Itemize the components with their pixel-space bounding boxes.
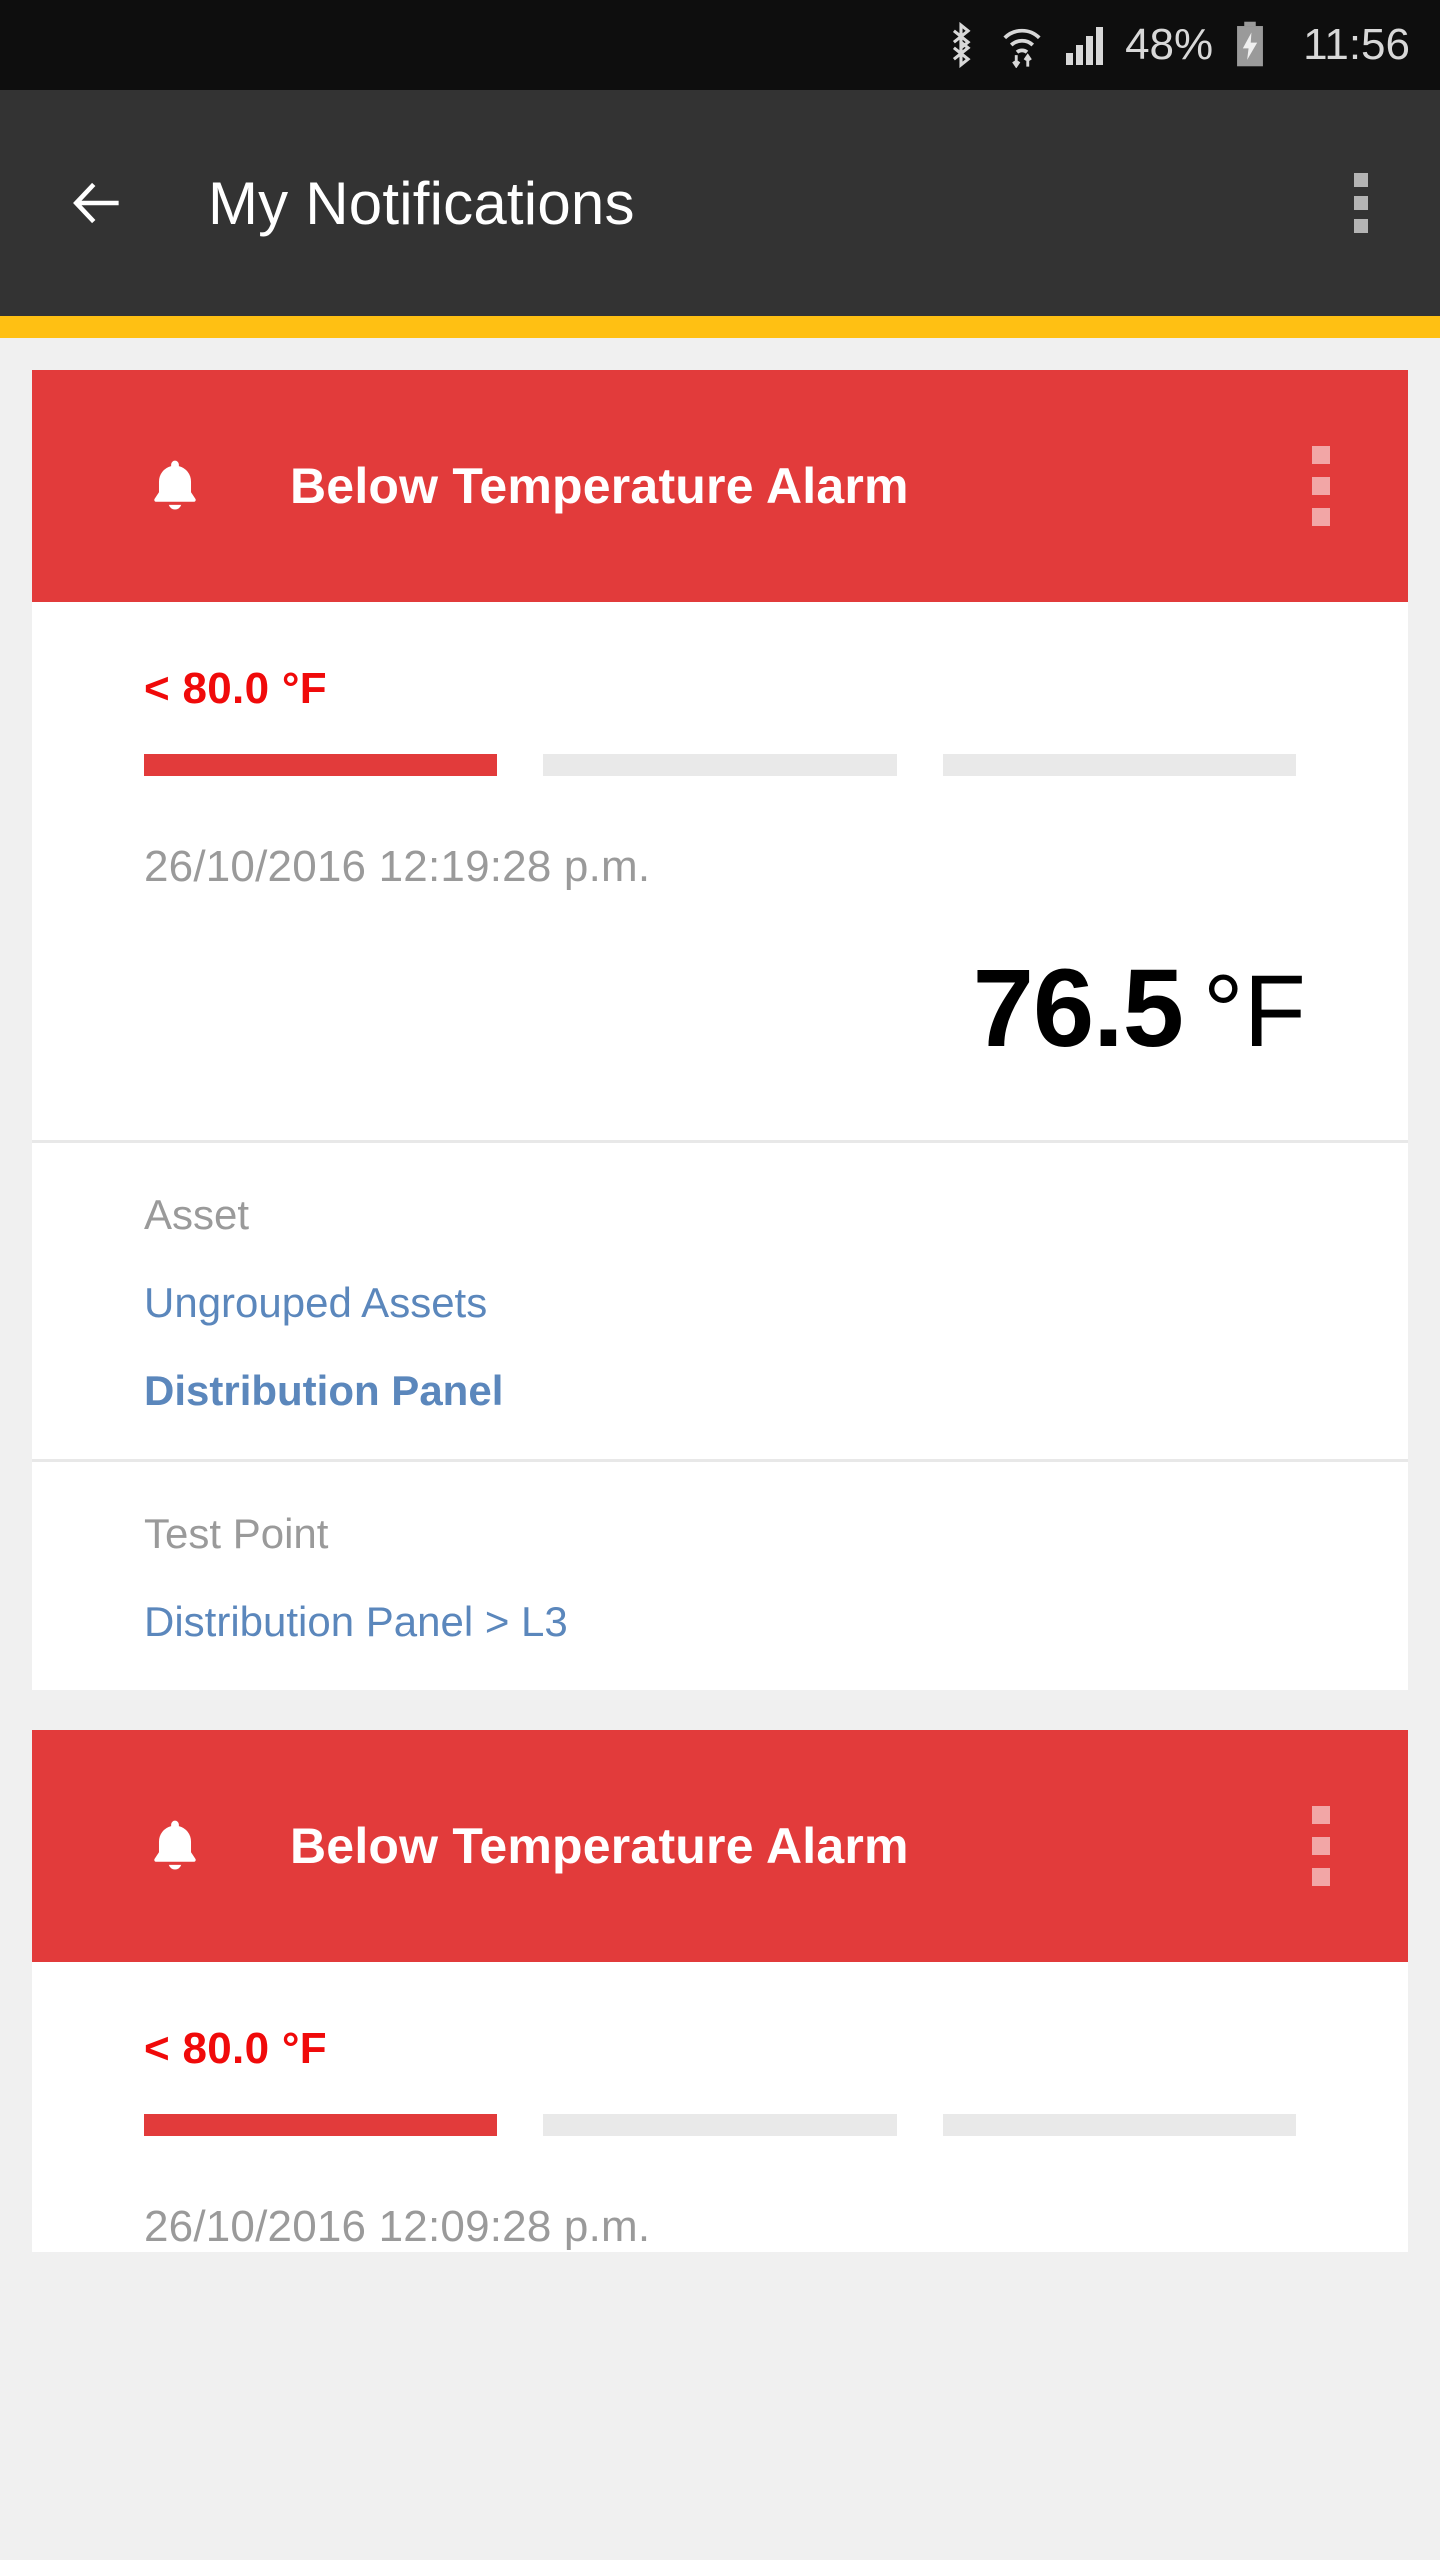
app-bar: My Notifications (0, 90, 1440, 316)
battery-percent-label: 48% (1125, 20, 1214, 69)
asset-group-link[interactable]: Ungrouped Assets (144, 1279, 1408, 1327)
overflow-dot (1354, 173, 1368, 187)
status-bar-clock: 11:56 (1303, 20, 1410, 69)
notification-card[interactable]: Below Temperature Alarm < 80.0 °F 26/10/… (32, 370, 1408, 1690)
notification-card-header[interactable]: Below Temperature Alarm (32, 1730, 1408, 1962)
notification-timestamp: 26/10/2016 12:09:28 p.m. (144, 2202, 651, 2251)
wifi-icon (1000, 22, 1044, 68)
severity-segment (942, 2114, 1296, 2136)
severity-segment (543, 754, 897, 776)
test-point-link[interactable]: Distribution Panel > L3 (144, 1598, 1408, 1646)
notification-card-body: < 80.0 °F 26/10/2016 12:09:28 p.m. (32, 1962, 1408, 2252)
severity-segment (144, 2114, 498, 2136)
severity-segment (543, 2114, 897, 2136)
asset-section: Asset Ungrouped Assets Distribution Pane… (32, 1143, 1408, 1459)
overflow-menu-icon[interactable] (1304, 1798, 1338, 1894)
asset-name-link[interactable]: Distribution Panel (144, 1367, 1408, 1415)
notification-title: Below Temperature Alarm (290, 458, 909, 514)
bluetooth-icon (944, 22, 978, 68)
reading-value: 76.5 (972, 947, 1184, 1070)
overflow-dot (1312, 1868, 1330, 1886)
bell-icon (144, 1815, 206, 1877)
status-bar-icons: 48% 11:56 (944, 20, 1410, 69)
test-point-label: Test Point (144, 1510, 329, 1557)
notification-card-body: < 80.0 °F 26/10/2016 12:19:28 p.m. 76.5 °… (32, 602, 1408, 1690)
asset-label: Asset (144, 1191, 250, 1238)
overflow-dot (1312, 1806, 1330, 1824)
notification-card-header[interactable]: Below Temperature Alarm (32, 370, 1408, 602)
battery-charging-icon (1235, 21, 1265, 67)
signal-icon (1066, 25, 1104, 65)
notification-timestamp: 26/10/2016 12:19:28 p.m. (144, 842, 651, 891)
overflow-dot (1312, 508, 1330, 526)
status-bar: 48% 11:56 (0, 0, 1440, 90)
page-title: My Notifications (208, 169, 635, 237)
back-arrow-icon[interactable] (68, 174, 126, 232)
overflow-menu-icon[interactable] (1344, 163, 1378, 243)
accent-bar (0, 316, 1440, 338)
notifications-list[interactable]: Below Temperature Alarm < 80.0 °F 26/10/… (0, 338, 1440, 2560)
severity-segments (32, 714, 1408, 776)
overflow-dot (1354, 196, 1368, 210)
severity-segment (144, 754, 498, 776)
threshold-label: < 80.0 °F (144, 664, 327, 713)
overflow-dot (1312, 477, 1330, 495)
bell-icon (144, 455, 206, 517)
overflow-dot (1354, 219, 1368, 233)
notification-title: Below Temperature Alarm (290, 1818, 909, 1874)
overflow-dot (1312, 446, 1330, 464)
test-point-section: Test Point Distribution Panel > L3 (32, 1462, 1408, 1690)
severity-segment (942, 754, 1296, 776)
notification-card[interactable]: Below Temperature Alarm < 80.0 °F 26/10/… (32, 1730, 1408, 2252)
temperature-reading: 76.5 °F (32, 892, 1408, 1140)
overflow-menu-icon[interactable] (1304, 438, 1338, 534)
overflow-dot (1312, 1837, 1330, 1855)
reading-unit: °F (1202, 954, 1306, 1068)
severity-segments (32, 2074, 1408, 2136)
threshold-label: < 80.0 °F (144, 2024, 327, 2073)
